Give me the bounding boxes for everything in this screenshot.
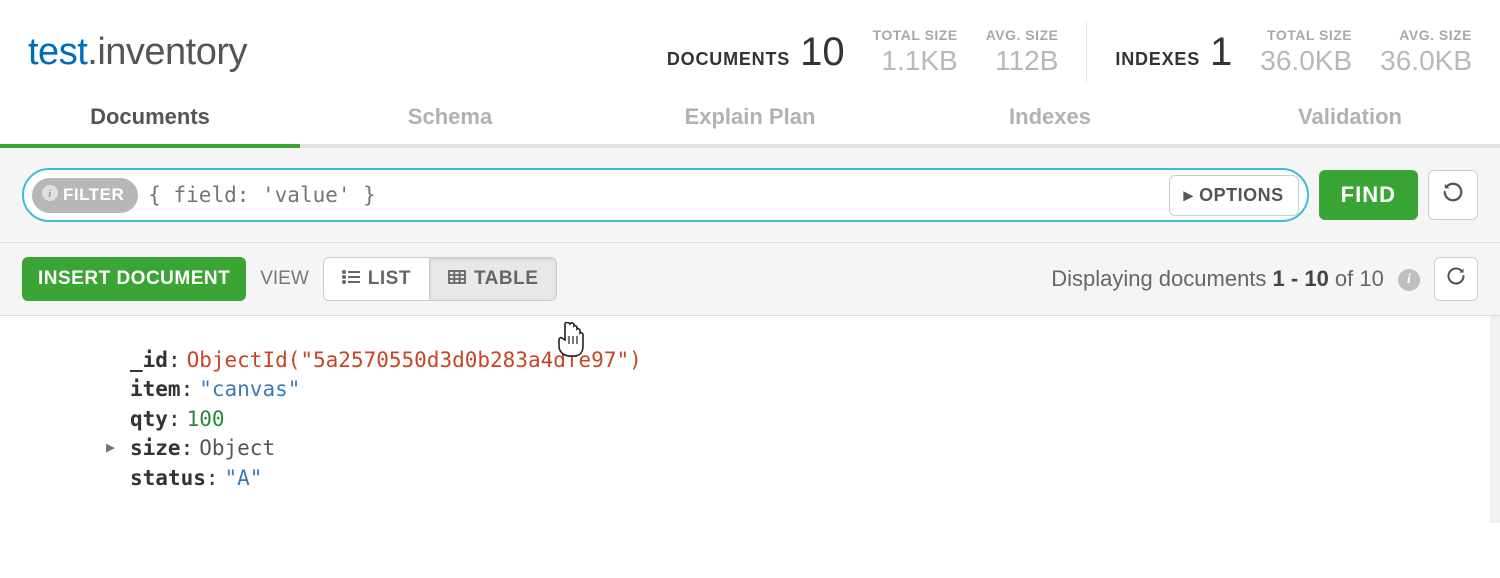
options-label: OPTIONS (1199, 185, 1284, 206)
doc-avg-size: 112B (995, 44, 1058, 78)
filter-bar: i FILTER ▸ OPTIONS FIND (0, 148, 1500, 243)
document-field-row: qty:100 (130, 405, 1470, 434)
reset-button[interactable] (1428, 170, 1478, 220)
collection-tabs: Documents Schema Explain Plan Indexes Va… (0, 90, 1500, 148)
displaying-total: 10 (1359, 266, 1383, 291)
tab-schema[interactable]: Schema (300, 90, 600, 144)
find-button[interactable]: FIND (1319, 170, 1418, 220)
indexes-count: 1 (1210, 28, 1232, 76)
view-table-label: TABLE (474, 268, 538, 290)
database-name: test (28, 31, 87, 73)
view-list-label: LIST (368, 268, 411, 290)
idx-avg-size-label: AVG. SIZE (1399, 27, 1472, 44)
view-toggle: LIST TABLE (323, 257, 558, 301)
document-field-row: ▶ size:Object (130, 434, 1470, 463)
document-field-row: _id:ObjectId("5a2570550d3d0b283a4dfe97") (130, 346, 1470, 375)
refresh-icon (1446, 266, 1466, 292)
svg-text:i: i (48, 188, 52, 200)
field-key: _id (130, 346, 168, 375)
field-value: 100 (181, 405, 225, 434)
field-value: Object (193, 434, 275, 463)
view-label: VIEW (260, 268, 309, 290)
list-icon (342, 270, 360, 289)
displaying-prefix: Displaying documents (1051, 266, 1272, 291)
namespace-dot: . (87, 31, 97, 73)
filter-badge-label: FILTER (63, 185, 124, 205)
document-field-row: item:"canvas" (130, 375, 1470, 404)
doc-total-size-label: TOTAL SIZE (873, 27, 958, 44)
collection-name: inventory (97, 31, 247, 73)
idx-total-size-label: TOTAL SIZE (1267, 27, 1352, 44)
options-button[interactable]: ▸ OPTIONS (1169, 175, 1299, 216)
field-key: size (130, 434, 181, 463)
view-table-button[interactable]: TABLE (429, 258, 556, 300)
indexes-stats: INDEXES 1 TOTAL SIZE 36.0KB AVG. SIZE 36… (1087, 27, 1472, 77)
info-icon[interactable]: i (1398, 269, 1420, 291)
doc-avg-size-label: AVG. SIZE (986, 27, 1059, 44)
reset-icon (1442, 181, 1464, 209)
filter-container: i FILTER ▸ OPTIONS (22, 168, 1309, 222)
filter-input[interactable] (138, 183, 1168, 207)
tab-validation[interactable]: Validation (1200, 90, 1500, 144)
namespace-title: test.inventory (28, 31, 639, 74)
displaying-text: Displaying documents 1 - 10 of 10 i (1051, 266, 1420, 292)
displaying-mid: of (1329, 266, 1360, 291)
documents-label: DOCUMENTS (667, 49, 790, 71)
info-icon: i (42, 185, 58, 206)
field-key: status (130, 464, 206, 493)
field-key: qty (130, 405, 168, 434)
tab-explain-plan[interactable]: Explain Plan (600, 90, 900, 144)
field-value: "A" (219, 464, 263, 493)
refresh-button[interactable] (1434, 257, 1478, 301)
tab-indexes[interactable]: Indexes (900, 90, 1200, 144)
triangle-right-icon: ▸ (1184, 185, 1194, 206)
table-icon (448, 270, 466, 289)
filter-badge: i FILTER (32, 178, 138, 213)
indexes-label: INDEXES (1115, 49, 1200, 71)
field-value: "canvas" (193, 375, 300, 404)
expand-caret-icon[interactable]: ▶ (106, 437, 115, 458)
document-field-row: status:"A" (130, 464, 1470, 493)
view-list-button[interactable]: LIST (324, 258, 429, 300)
tab-documents[interactable]: Documents (0, 90, 300, 144)
documents-stats: DOCUMENTS 10 TOTAL SIZE 1.1KB AVG. SIZE … (639, 27, 1059, 77)
documents-toolbar: INSERT DOCUMENT VIEW LIST TABLE Displayi… (0, 243, 1500, 316)
insert-document-button[interactable]: INSERT DOCUMENT (22, 257, 246, 301)
doc-total-size: 1.1KB (881, 44, 957, 78)
field-key: item (130, 375, 181, 404)
idx-total-size: 36.0KB (1260, 44, 1352, 78)
collection-header: test.inventory DOCUMENTS 10 TOTAL SIZE 1… (0, 0, 1500, 90)
displaying-range: 1 - 10 (1273, 266, 1329, 291)
documents-count: 10 (800, 28, 845, 76)
document-list: _id:ObjectId("5a2570550d3d0b283a4dfe97")… (0, 316, 1500, 523)
idx-avg-size: 36.0KB (1380, 44, 1472, 78)
field-value: ObjectId("5a2570550d3d0b283a4dfe97") (181, 346, 642, 375)
